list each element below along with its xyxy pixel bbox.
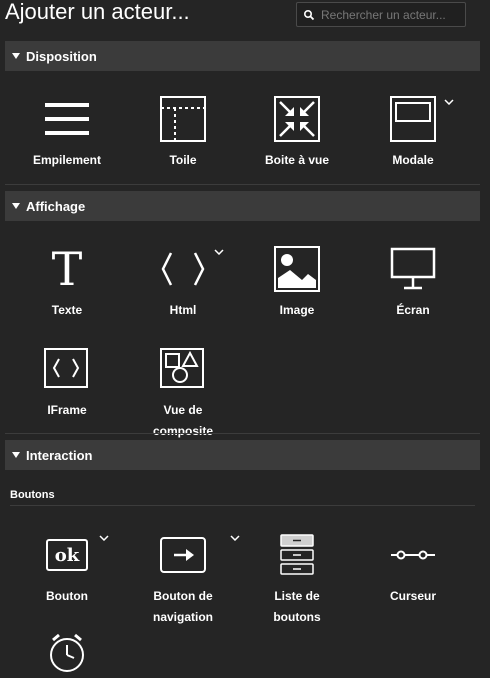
button-list-icon bbox=[272, 530, 322, 580]
actor-label: Html bbox=[169, 303, 197, 317]
section-header-disposition[interactable]: Disposition bbox=[5, 41, 480, 71]
page-title: Ajouter un acteur... bbox=[5, 0, 190, 24]
actor-timer[interactable] bbox=[17, 628, 117, 678]
actor-bouton-de-navigation[interactable]: Bouton de navigation bbox=[133, 530, 233, 628]
section-label: Affichage bbox=[26, 198, 86, 214]
actor-curseur[interactable]: Curseur bbox=[363, 530, 463, 607]
iframe-icon bbox=[42, 344, 92, 394]
stack-icon bbox=[42, 94, 92, 144]
actor-ecran[interactable]: Écran bbox=[363, 244, 463, 321]
actor-empilement[interactable]: Empilement bbox=[17, 94, 117, 171]
section-header-interaction[interactable]: Interaction bbox=[5, 440, 480, 470]
actor-boite-a-vue[interactable]: Boite à vue bbox=[247, 94, 347, 171]
actor-liste-de-boutons[interactable]: Liste de boutons bbox=[247, 530, 347, 628]
composite-icon bbox=[158, 344, 208, 394]
actor-label: Bouton bbox=[46, 589, 88, 603]
chevron-down-icon[interactable] bbox=[214, 249, 224, 255]
actor-label: Toile bbox=[169, 153, 197, 167]
actor-label: Texte bbox=[51, 303, 83, 317]
actor-label: Boite à vue bbox=[264, 153, 330, 167]
subsection-title-boutons: Boutons bbox=[10, 489, 55, 501]
actor-label: Bouton de navigation bbox=[152, 589, 213, 624]
chevron-down-icon[interactable] bbox=[230, 535, 240, 541]
text-icon: T bbox=[42, 244, 92, 294]
actor-bouton[interactable]: ok Bouton bbox=[17, 530, 117, 607]
timer-icon bbox=[42, 628, 92, 678]
section-label: Disposition bbox=[26, 48, 97, 64]
chevron-down-icon[interactable] bbox=[444, 99, 454, 105]
html-icon bbox=[158, 244, 208, 294]
actor-label: Écran bbox=[396, 303, 430, 317]
search-icon bbox=[303, 9, 315, 21]
actor-label: Curseur bbox=[389, 589, 436, 603]
collapse-triangle-icon bbox=[11, 201, 21, 211]
section-label: Interaction bbox=[26, 447, 93, 463]
actor-label: Liste de boutons bbox=[273, 589, 321, 624]
actor-vue-de-composite[interactable]: Vue de composite bbox=[133, 344, 233, 442]
ok-glyph: ok bbox=[54, 544, 80, 566]
monitor-icon bbox=[388, 244, 438, 294]
section-divider bbox=[5, 433, 480, 434]
search-box[interactable] bbox=[296, 2, 466, 27]
actor-image[interactable]: Image bbox=[247, 244, 347, 321]
actor-label: Empilement bbox=[32, 153, 101, 167]
ok-button-icon: ok bbox=[42, 530, 92, 580]
modal-icon bbox=[388, 94, 438, 144]
actor-toile[interactable]: Toile bbox=[133, 94, 233, 171]
text-glyph: T bbox=[51, 242, 83, 296]
chevron-down-icon[interactable] bbox=[99, 535, 109, 541]
viewbox-icon bbox=[272, 94, 322, 144]
section-divider bbox=[5, 184, 480, 185]
subsection-divider bbox=[10, 505, 475, 506]
actor-label: IFrame bbox=[47, 403, 87, 417]
canvas-icon bbox=[158, 94, 208, 144]
collapse-triangle-icon bbox=[11, 450, 21, 460]
actor-label: Image bbox=[279, 303, 315, 317]
navigation-button-icon bbox=[158, 530, 208, 580]
actor-html[interactable]: Html bbox=[133, 244, 233, 321]
actor-label: Modale bbox=[392, 153, 434, 167]
image-icon bbox=[272, 244, 322, 294]
actor-texte[interactable]: T Texte bbox=[17, 244, 117, 321]
actor-iframe[interactable]: IFrame bbox=[17, 344, 117, 421]
actor-modale[interactable]: Modale bbox=[363, 94, 463, 171]
actor-label: Vue de composite bbox=[152, 403, 213, 438]
section-header-affichage[interactable]: Affichage bbox=[5, 191, 480, 221]
slider-icon bbox=[388, 530, 438, 580]
collapse-triangle-icon bbox=[11, 51, 21, 61]
search-input[interactable] bbox=[321, 7, 461, 22]
